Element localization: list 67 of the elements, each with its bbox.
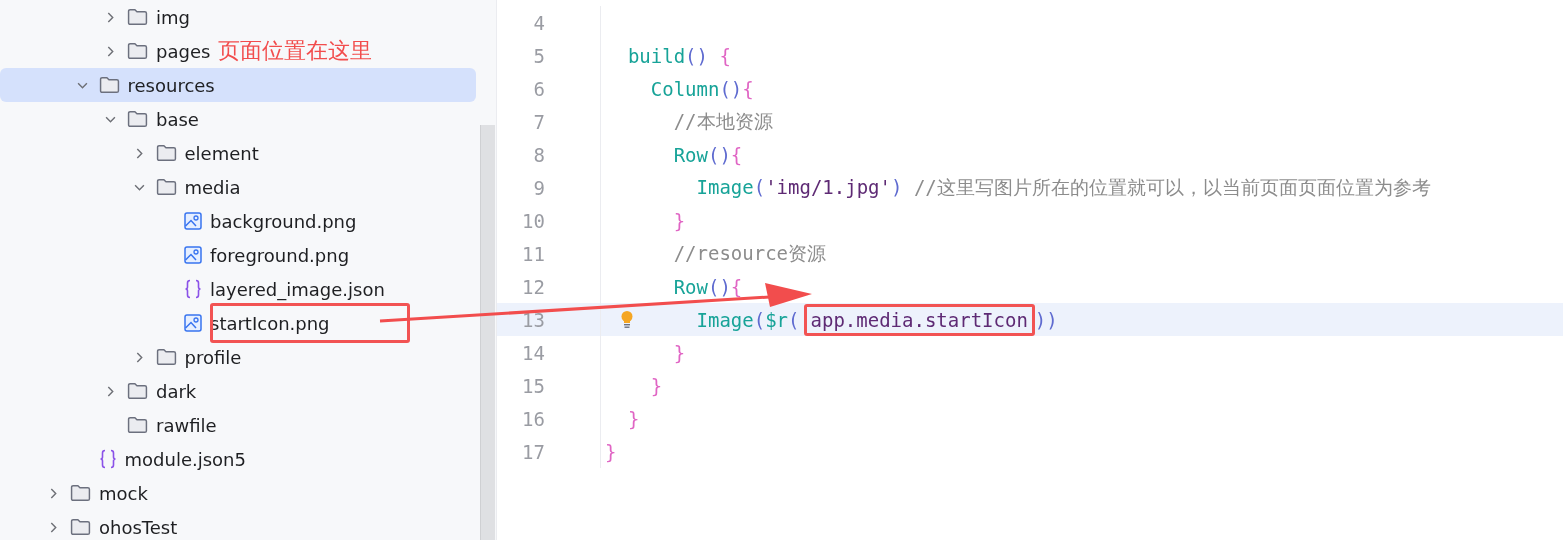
tree-item[interactable]: base xyxy=(0,102,476,136)
line-number: 12 xyxy=(521,275,545,298)
highlighted-code: app.media.startIcon xyxy=(803,303,1035,336)
annotation-note: 页面位置在这里 xyxy=(218,37,373,65)
image-file-icon xyxy=(184,246,202,264)
line-number: 5 xyxy=(532,44,545,67)
code-line: Row(){ xyxy=(673,143,743,166)
chevron-icon[interactable] xyxy=(105,11,116,23)
line-number: 6 xyxy=(532,77,545,100)
line-number: 4 xyxy=(532,11,545,34)
code-line: } xyxy=(627,407,640,430)
code-line: Row(){ xyxy=(673,275,743,298)
tree-item[interactable]: resources xyxy=(0,68,476,102)
folder-icon xyxy=(70,518,91,536)
tree-item[interactable]: layered_image.json xyxy=(0,272,476,306)
line-number: 13 xyxy=(521,308,545,331)
line-number: 9 xyxy=(532,176,545,199)
chevron-icon[interactable] xyxy=(48,487,59,499)
folder-icon xyxy=(155,178,177,196)
folder-icon xyxy=(70,484,91,502)
tree-item[interactable]: pages 页面位置在这里 xyxy=(0,34,476,68)
folder-icon xyxy=(127,416,148,434)
line-number: 11 xyxy=(521,242,545,265)
braces-icon xyxy=(184,279,202,299)
tree-item[interactable]: media xyxy=(0,170,476,204)
tree-item[interactable]: element xyxy=(0,136,476,170)
chevron-icon[interactable] xyxy=(105,45,116,57)
chevron-icon[interactable] xyxy=(105,385,116,397)
code-line: //resource资源 xyxy=(673,240,827,266)
lightbulb-icon[interactable] xyxy=(620,310,634,330)
tree-item[interactable]: dark xyxy=(0,374,476,408)
folder-icon xyxy=(98,76,120,94)
code-line: } xyxy=(673,209,686,232)
tree-item[interactable]: profile xyxy=(0,340,476,374)
line-number: 17 xyxy=(521,440,545,463)
code-line: } xyxy=(673,341,686,364)
folder-icon xyxy=(127,8,148,26)
code-line: Column(){ xyxy=(650,77,754,100)
braces-icon xyxy=(98,449,117,469)
line-number: 14 xyxy=(521,341,545,364)
folder-icon xyxy=(155,348,177,366)
tree-item[interactable]: img xyxy=(0,0,476,34)
code-line: Image('img/1.jpg') //这里写图片所在的位置就可以，以当前页面页面位置为参考 xyxy=(696,174,1431,200)
tree-item[interactable]: rawfile xyxy=(0,408,476,442)
folder-icon xyxy=(127,42,148,60)
line-number: 10 xyxy=(521,209,545,232)
tree-item[interactable]: background.png xyxy=(0,204,476,238)
line-number: 8 xyxy=(532,143,545,166)
tree-item[interactable]: foreground.png xyxy=(0,238,476,272)
image-file-icon xyxy=(184,314,202,332)
tree-item[interactable]: module.json5 xyxy=(0,442,476,476)
folder-icon xyxy=(155,144,177,162)
scrollbar[interactable] xyxy=(480,125,495,540)
tree-item[interactable]: mock xyxy=(0,476,476,510)
line-number: 15 xyxy=(521,374,545,397)
image-file-icon xyxy=(184,212,202,230)
tree-item[interactable]: startIcon.png xyxy=(0,306,476,340)
line-number: 16 xyxy=(521,407,545,430)
code-line: build() { xyxy=(627,44,731,67)
tree-item[interactable]: ohosTest xyxy=(0,510,476,540)
code-line: //本地资源 xyxy=(673,108,773,134)
folder-icon xyxy=(127,110,148,128)
chevron-icon[interactable] xyxy=(48,521,59,533)
folder-icon xyxy=(127,382,148,400)
code-line: } xyxy=(605,440,617,463)
line-number: 7 xyxy=(532,110,545,133)
code-line: } xyxy=(650,374,663,397)
